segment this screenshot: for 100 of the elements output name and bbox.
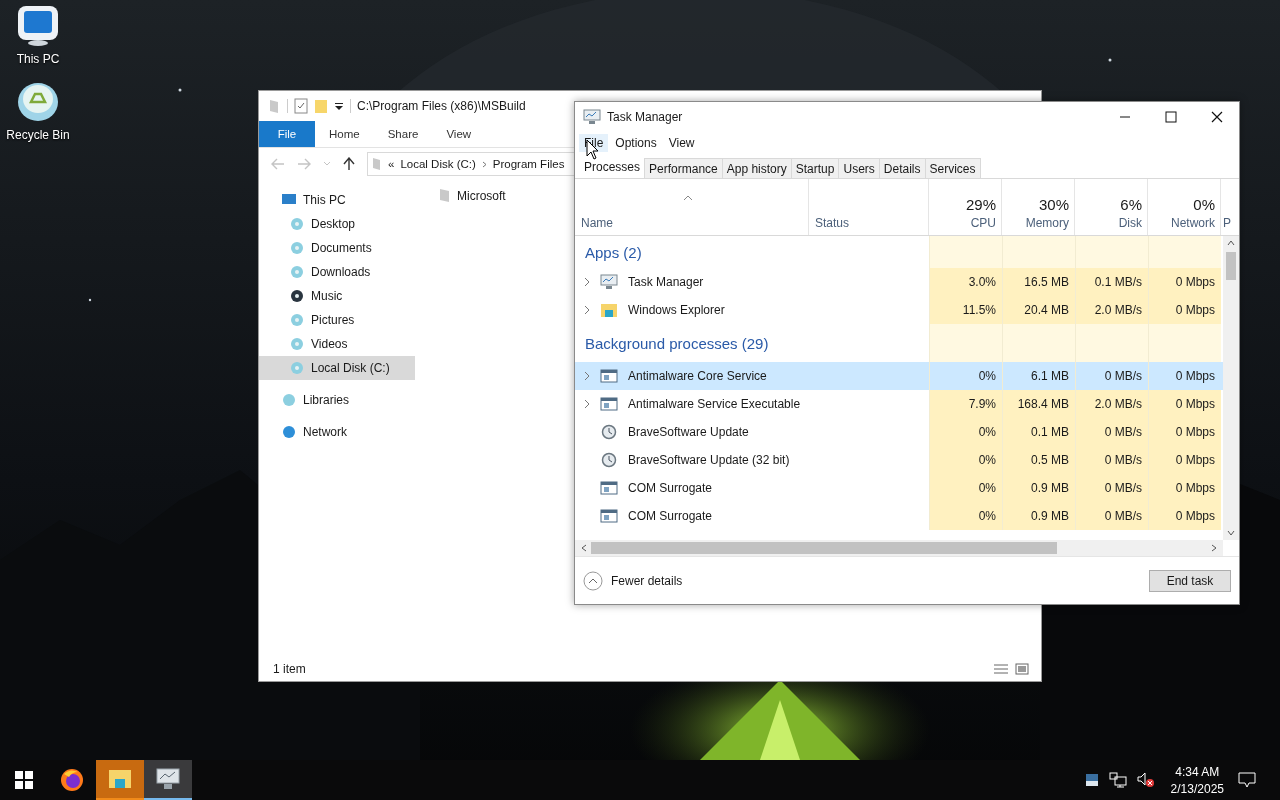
disc-icon [289, 336, 305, 352]
tab[interactable]: Performance [644, 158, 723, 178]
table-cell: 0 MB/s [1075, 446, 1148, 474]
process-row[interactable]: Antimalware Service Executable 7.9% 168.4 MB 2.0 MB/s 0 Mbps [575, 390, 1223, 418]
properties-icon[interactable] [294, 98, 308, 114]
caret-icon[interactable] [334, 101, 344, 111]
process-row[interactable]: Antimalware Core Service 0% 6.1 MB 0 MB/s 0 Mbps [575, 362, 1223, 390]
process-row[interactable]: COM Surrogate 0% 0.9 MB 0 MB/s 0 Mbps [575, 502, 1223, 530]
expand-chevron-icon[interactable] [584, 305, 590, 315]
process-row[interactable]: COM Surrogate 0% 0.9 MB 0 MB/s 0 Mbps [575, 474, 1223, 502]
scroll-up-icon[interactable] [1227, 240, 1235, 246]
process-row[interactable]: Windows Explorer 11.5% 20.4 MB 2.0 MB/s 0 Mbps [575, 296, 1223, 324]
table-cell: 0 Mbps [1148, 296, 1221, 324]
nav-item[interactable]: Network [259, 420, 415, 444]
table-cell: 0.9 MB [1002, 474, 1075, 502]
nav-item[interactable]: Videos [259, 332, 415, 356]
tab[interactable]: App history [721, 158, 792, 178]
scrollbar[interactable] [575, 540, 1223, 556]
table-cell: 0 MB/s [1075, 474, 1148, 502]
table-cell: 0 Mbps [1148, 268, 1221, 296]
column-header[interactable]: 29% CPU [929, 179, 1002, 235]
scroll-thumb[interactable] [591, 542, 1057, 554]
table-cell: 0 MB/s [1075, 418, 1148, 446]
nav-item[interactable]: Downloads [259, 260, 415, 284]
tab[interactable]: Users [838, 158, 880, 178]
up-arrow-icon[interactable] [343, 157, 355, 171]
recycle-bin-icon[interactable] [16, 80, 60, 122]
scroll-right-icon[interactable] [1211, 544, 1217, 552]
process-row[interactable]: BraveSoftware Update 0% 0.1 MB 0 MB/s 0 Mbps [575, 418, 1223, 446]
taskbar-button[interactable] [144, 760, 192, 800]
chevron-right-icon[interactable] [481, 160, 487, 168]
tab[interactable]: Startup [790, 158, 840, 178]
table-cell: 0% [929, 446, 1002, 474]
chevron-up-circle-icon [583, 570, 603, 591]
expand-chevron-icon[interactable] [584, 277, 590, 287]
nav-item[interactable]: Music [259, 284, 415, 308]
monitor-icon[interactable] [156, 768, 180, 790]
nav-item[interactable]: Local Disk (C:) [259, 356, 415, 380]
disc-icon [289, 312, 305, 328]
menu-item[interactable]: View [663, 134, 700, 152]
speaker-muted-icon[interactable] [1136, 772, 1155, 788]
nav-item[interactable]: Pictures [259, 308, 415, 332]
windows-logo-icon[interactable] [15, 771, 33, 789]
tab[interactable]: Services [924, 158, 981, 178]
window-icon [600, 480, 618, 496]
monitor-icon[interactable] [1084, 773, 1099, 787]
fewer-details-button[interactable]: Fewer details [583, 570, 683, 591]
nav-item[interactable]: This PC [259, 188, 415, 212]
table-cell: 0.1 MB/s [1075, 268, 1148, 296]
scroll-thumb[interactable] [1226, 252, 1236, 280]
scroll-down-icon[interactable] [1227, 530, 1235, 536]
file-menu-button[interactable]: File [259, 121, 315, 147]
table-cell: 168.4 MB [1002, 390, 1075, 418]
column-header[interactable]: P [1221, 179, 1237, 235]
tab[interactable]: Details [878, 158, 926, 178]
folder-item[interactable]: Microsoft [439, 188, 506, 203]
status-text: 1 item [273, 662, 306, 676]
end-task-button[interactable]: End task [1149, 569, 1231, 592]
notification-icon[interactable] [1238, 772, 1256, 788]
clock-time[interactable]: 4:34 AM [1175, 764, 1220, 779]
process-name: BraveSoftware Update (32 bit) [628, 453, 790, 467]
process-row[interactable]: Task Manager 3.0% 16.5 MB 0.1 MB/s 0 Mbps [575, 268, 1223, 296]
network-icon[interactable] [1108, 772, 1127, 788]
column-header[interactable]: 0% Network [1148, 179, 1221, 235]
table-cell: 0.1 MB [1002, 418, 1075, 446]
close-icon[interactable] [1211, 111, 1223, 123]
globe-icon [281, 424, 297, 440]
table-cell: 7.9% [929, 390, 1002, 418]
scroll-left-icon[interactable] [581, 544, 587, 552]
column-header[interactable]: 6% Disk [1075, 179, 1148, 235]
disc-icon [289, 288, 305, 304]
browser-icon[interactable] [60, 768, 84, 792]
ribbon-tab[interactable]: Home [315, 121, 374, 147]
table-cell: 2.0 MB/s [1075, 390, 1148, 418]
nav-item[interactable]: Documents [259, 236, 415, 260]
ribbon-tab[interactable]: Share [373, 121, 433, 147]
maximize-icon[interactable] [1165, 111, 1177, 123]
column-header[interactable]: 30% Memory [1002, 179, 1075, 235]
computer-icon[interactable] [16, 4, 60, 46]
scrollbar[interactable] [1223, 236, 1239, 540]
column-header[interactable]: Status [809, 179, 929, 235]
desktop-icon-label[interactable]: This PC [16, 52, 60, 66]
ribbon-tab[interactable]: View [432, 121, 486, 147]
nav-item[interactable]: Desktop [259, 212, 415, 236]
clock-date[interactable]: 2/13/2025 [1170, 781, 1224, 796]
column-header[interactable]: Name [575, 179, 809, 235]
nav-item[interactable]: Libraries [259, 388, 415, 412]
folder-icon[interactable] [108, 769, 132, 789]
process-name: Antimalware Service Executable [628, 397, 801, 411]
disc-icon [289, 240, 305, 256]
table-cell: 0% [929, 474, 1002, 502]
table-cell: 0 Mbps [1148, 502, 1221, 530]
expand-chevron-icon[interactable] [584, 399, 590, 409]
menu-item[interactable]: Options [610, 134, 662, 152]
process-row[interactable]: BraveSoftware Update (32 bit) 0% 0.5 MB 0 MB/s 0 Mbps [575, 446, 1223, 474]
large-icons-view-icon[interactable] [1015, 663, 1029, 675]
desktop-icon-label[interactable]: Recycle Bin [6, 128, 70, 142]
table-cell: 0% [929, 502, 1002, 530]
table-cell: 3.0% [929, 268, 1002, 296]
expand-chevron-icon[interactable] [584, 371, 590, 381]
